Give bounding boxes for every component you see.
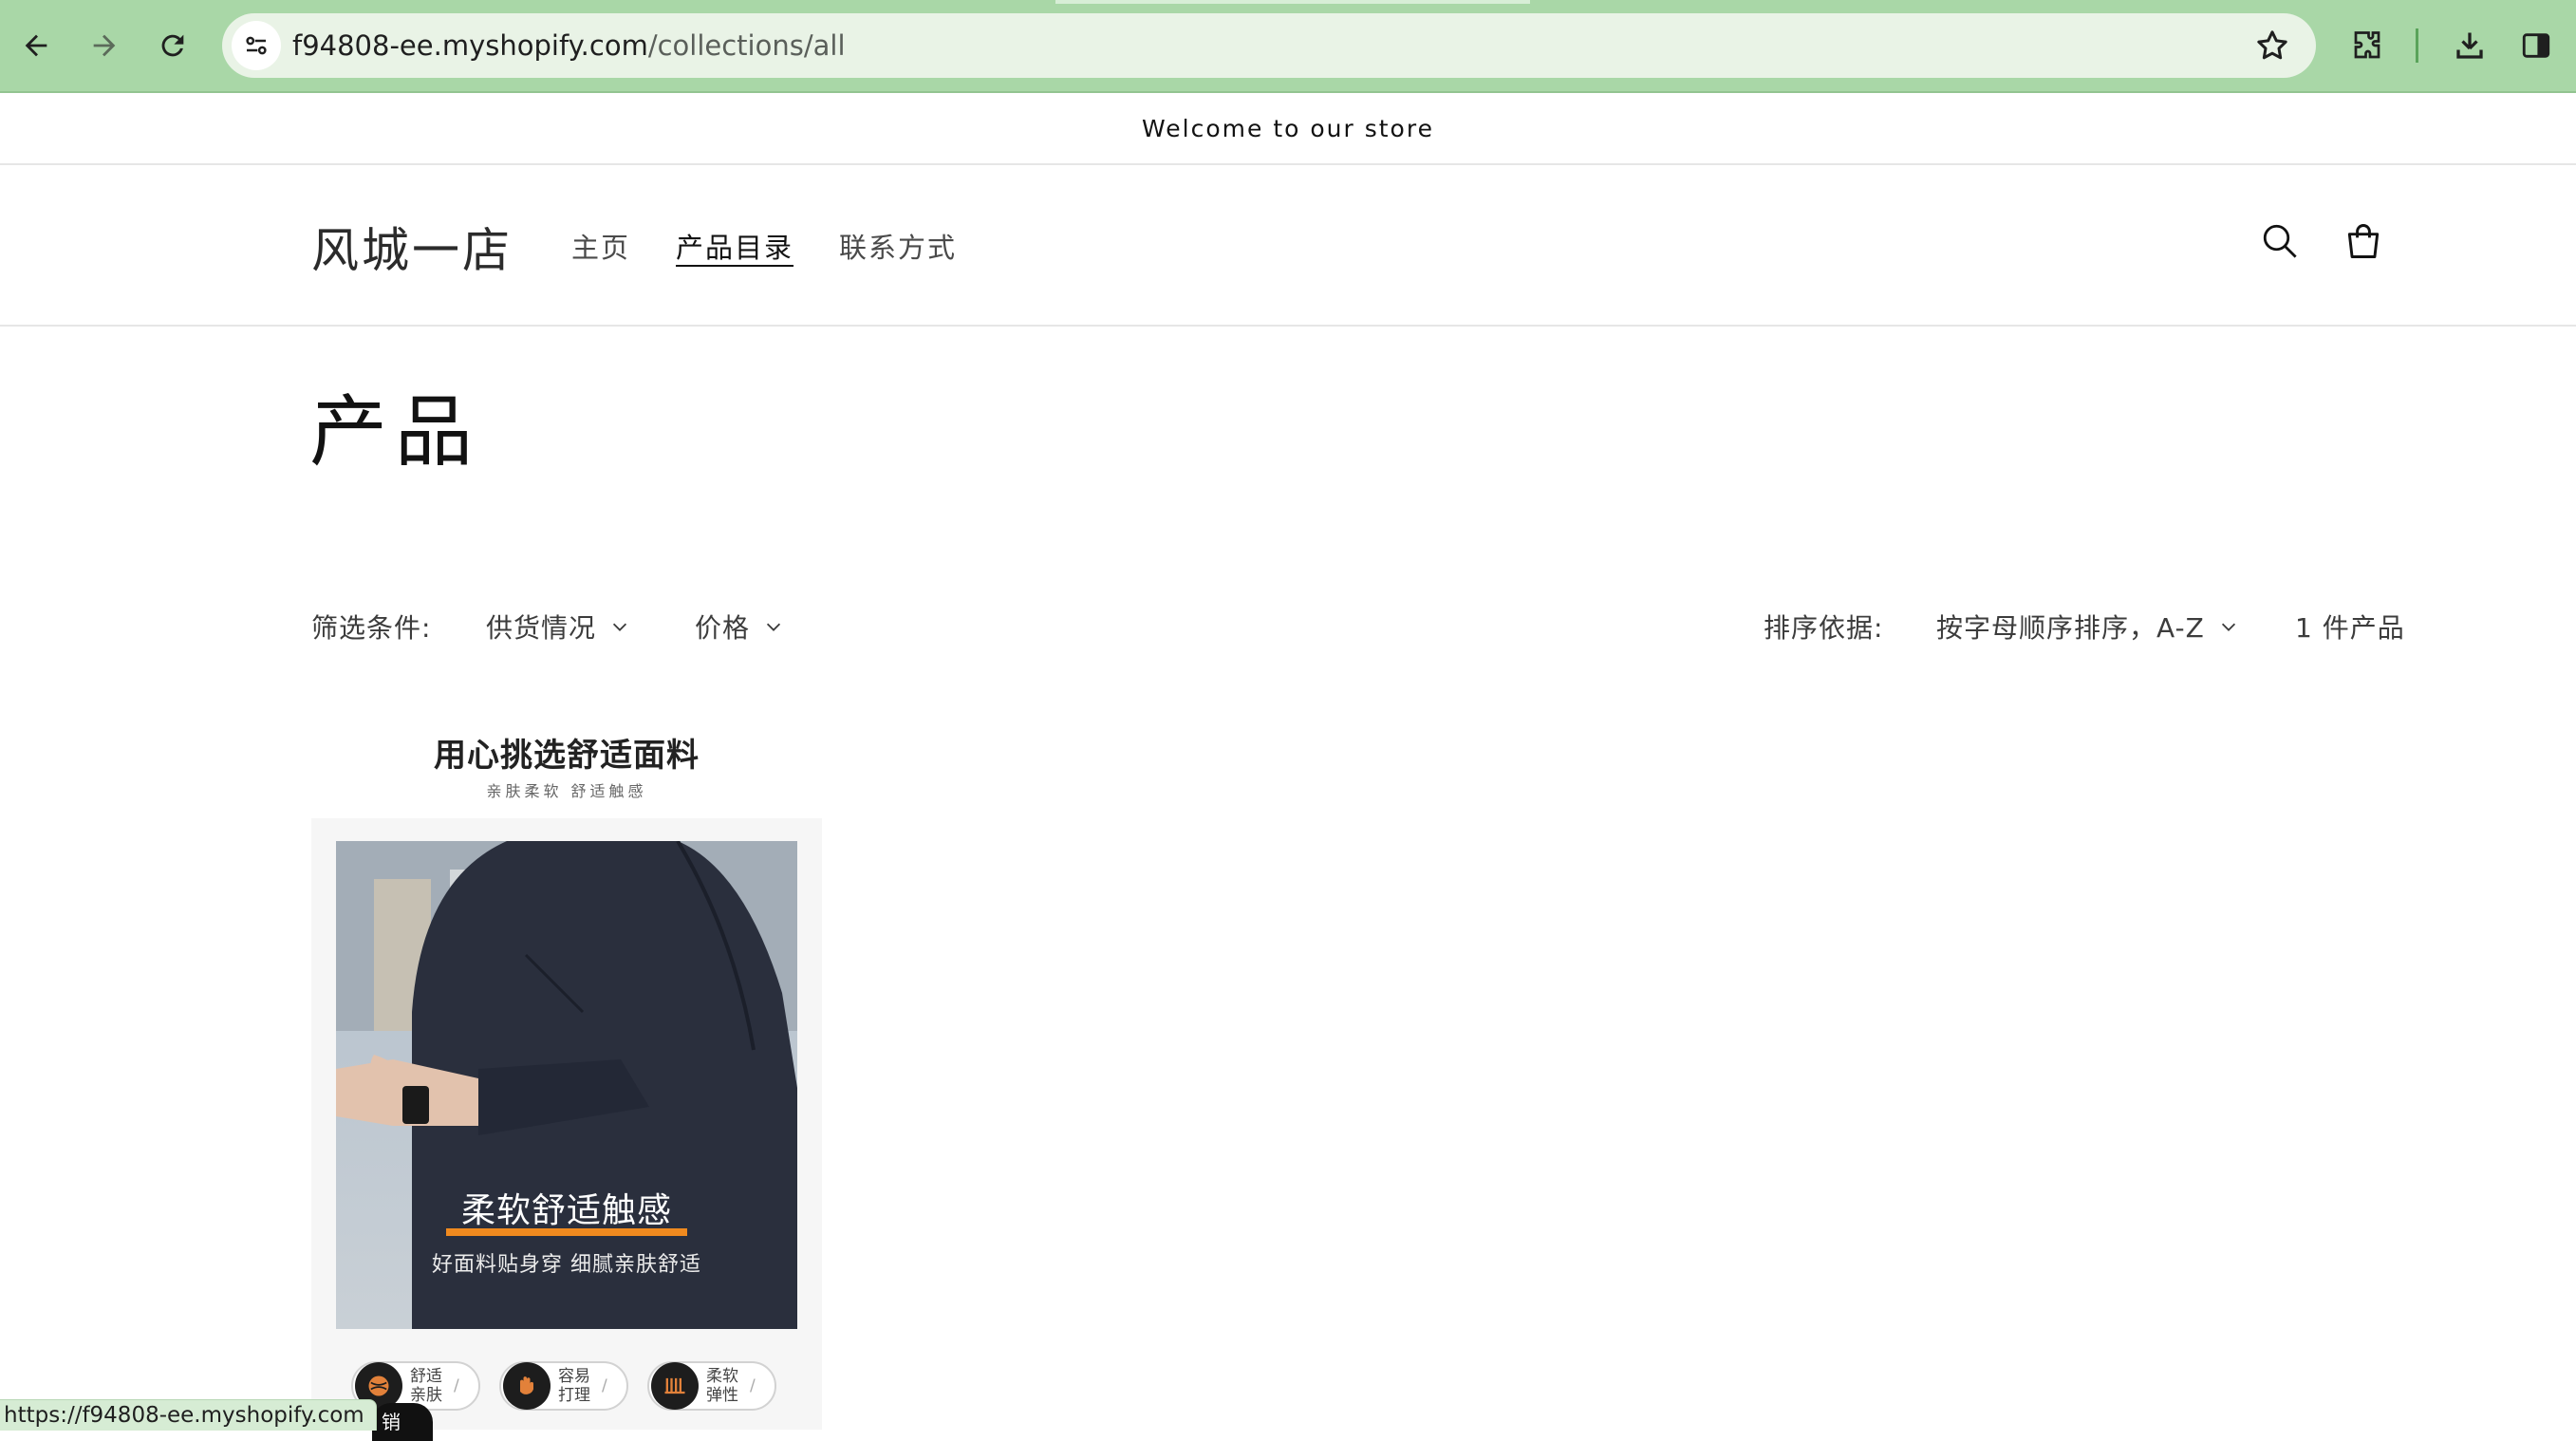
arrow-right-icon [93,34,116,57]
nav-item-contact[interactable]: 联系方式 [839,226,957,266]
product-image-subline: 亲肤柔软 舒适触感 [486,782,647,800]
arrow-left-icon [25,34,47,57]
filter-availability-label: 供货情况 [486,612,597,644]
badge-line-2: 弹性 [706,1386,738,1405]
sort-select-value: 按字母顺序排序，A-Z [1936,612,2205,644]
nav-item-home[interactable]: 主页 [571,226,630,266]
reload-button[interactable] [146,19,199,72]
page-title: 产品 [309,387,481,477]
badge-line-2: 打理 [558,1386,590,1405]
extensions-button[interactable] [2341,19,2394,72]
address-bar[interactable]: f94808-ee.myshopify.com/collections/all [222,13,2316,78]
main-nav: 主页 产品目录 联系方式 [571,226,957,266]
back-button[interactable] [9,19,63,72]
status-url-bubble: https://f94808-ee.myshopify.com [0,1399,377,1431]
search-button[interactable] [2253,215,2306,268]
loading-indicator [1055,0,1530,4]
side-panel-icon [2522,33,2550,58]
product-corner-badge: 销 [372,1403,433,1441]
feature-badge: 容易 打理 / [499,1361,628,1411]
badge-line-1: 柔软 [706,1367,738,1386]
search-icon [2263,224,2297,258]
chevron-down-icon [766,623,781,631]
side-panel-button[interactable] [2510,19,2563,72]
facet-bar: 筛选条件: 供货情况 价格 排序依据: 按字母顺序排序，A-Z 1 件产品 [311,608,2404,649]
product-image-headline: 用心挑选舒适面料 [434,737,700,775]
product-count: 1 件产品 [2295,612,2405,644]
hand-icon [503,1362,551,1410]
forward-button[interactable] [78,19,131,72]
bookmark-star-icon[interactable] [2253,27,2291,65]
cart-icon [2347,224,2380,258]
filter-price-label: 价格 [695,612,751,644]
product-image-tagline-2: 好面料贴身穿 细腻亲肤舒适 [432,1253,701,1277]
url-text: f94808-ee.myshopify.com/collections/all [292,29,846,62]
tagline-underline [446,1228,687,1236]
store-logo[interactable]: 风城一店 [311,213,513,281]
chevron-down-icon [2221,623,2235,631]
tagline-text: 柔软舒适触感 [460,1191,672,1230]
chevron-down-icon [612,623,627,631]
filter-availability[interactable]: 供货情况 [486,608,630,646]
badge-line-1: 舒适 [410,1367,442,1386]
stretch-icon [651,1362,699,1410]
reload-icon [161,34,184,57]
puzzle-icon [2354,31,2380,59]
product-image-tagline: 柔软舒适触感 [336,1183,797,1236]
sort-label: 排序依据: [1764,612,1884,644]
product-card[interactable]: 用心挑选舒适面料 亲肤柔软 舒适触感 柔软舒适触感 好面料贴身穿 细腻亲肤舒适 … [311,716,822,1430]
browser-toolbar: f94808-ee.myshopify.com/collections/all [0,0,2576,93]
toolbar-divider [2416,28,2418,63]
badge-line-2: 亲肤 [410,1386,442,1405]
announcement-bar: Welcome to our store [0,93,2576,165]
cart-button[interactable] [2337,215,2390,268]
site-settings-icon[interactable] [232,21,281,70]
feature-badge: 柔软 弹性 / [647,1361,776,1411]
sort-select[interactable]: 按字母顺序排序，A-Z [1936,608,2239,646]
badge-line-1: 容易 [558,1367,590,1386]
site-header: 风城一店 主页 产品目录 联系方式 [0,165,2576,327]
download-icon [2456,32,2483,59]
filter-price[interactable]: 价格 [695,608,784,646]
downloads-button[interactable] [2443,19,2496,72]
nav-item-catalog[interactable]: 产品目录 [676,226,793,266]
filter-label: 筛选条件: [311,612,432,644]
